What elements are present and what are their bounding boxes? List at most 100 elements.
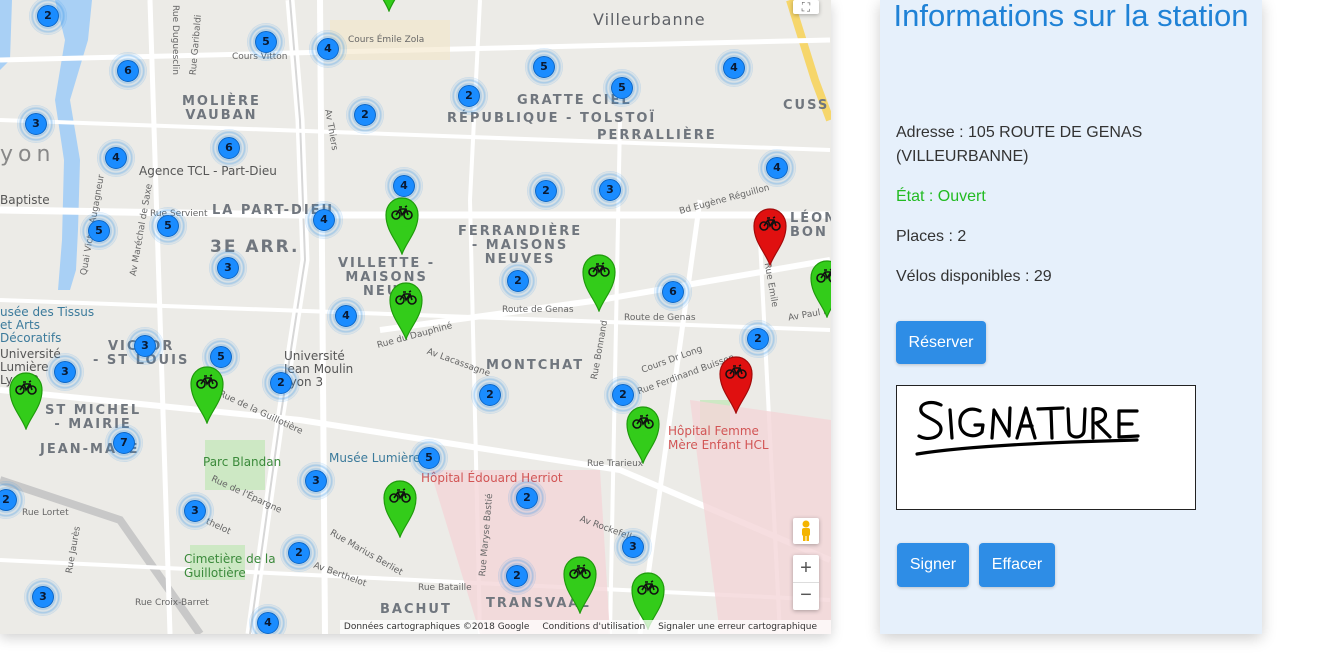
cluster-count: 4 [335, 305, 357, 327]
street-label: Rue Croix-Barret [135, 598, 209, 608]
station-cluster[interactable]: 4 [758, 149, 796, 187]
bike-station-pin-closed[interactable] [719, 356, 753, 415]
station-cluster[interactable]: 5 [603, 69, 641, 107]
bike-station-pin-closed[interactable] [753, 208, 787, 267]
cluster-count: 3 [622, 536, 644, 558]
station-cluster[interactable]: 6 [210, 129, 248, 167]
station-cluster[interactable]: 4 [249, 604, 287, 634]
station-cluster[interactable]: 2 [739, 320, 777, 358]
bike-station-pin-open[interactable] [563, 556, 597, 615]
station-cluster[interactable]: 2 [346, 96, 384, 134]
report-error-link[interactable]: Signaler une erreur cartographique [658, 622, 817, 632]
cluster-count: 2 [288, 542, 310, 564]
cluster-count: 6 [662, 281, 684, 303]
district-label: MONTCHAT [486, 358, 585, 373]
station-cluster[interactable]: 4 [305, 201, 343, 239]
bike-station-pin-open[interactable] [385, 197, 419, 256]
bike-station-pin-open[interactable] [9, 372, 43, 431]
cluster-count: 3 [217, 257, 239, 279]
station-cluster[interactable]: 3 [591, 171, 629, 209]
cluster-count: 2 [612, 384, 634, 406]
zoom-in-button[interactable]: + [793, 555, 819, 583]
station-cluster[interactable]: 3 [209, 249, 247, 287]
poi-label: Hôpital Édouard Herriot [421, 471, 563, 485]
station-cluster[interactable]: 3 [176, 492, 214, 530]
bike-station-pin-open[interactable] [190, 366, 224, 425]
cluster-count: 4 [766, 157, 788, 179]
district-label: LÉON BON [790, 211, 831, 240]
map-view[interactable]: Villeurbanne yon MOLIÈRE VAUBAN GRATTE C… [0, 0, 831, 634]
station-cluster[interactable]: 5 [525, 48, 563, 86]
street-view-pegman-icon[interactable] [793, 518, 819, 544]
station-cluster[interactable]: 2 [471, 376, 509, 414]
zoom-out-button[interactable]: − [793, 583, 819, 610]
map-attribution: Données cartographiques ©2018 Google Con… [339, 620, 831, 634]
station-cluster[interactable]: 6 [109, 52, 147, 90]
station-cluster[interactable]: 2 [262, 364, 300, 402]
street-label: Route de Genas [624, 313, 696, 323]
station-cluster[interactable]: 2 [498, 557, 536, 595]
station-cluster[interactable]: 5 [80, 212, 118, 250]
station-cluster[interactable]: 4 [327, 297, 365, 335]
station-cluster[interactable]: 5 [149, 207, 187, 245]
cluster-count: 2 [747, 328, 769, 350]
fullscreen-button[interactable]: ⛶ [793, 0, 819, 14]
station-cluster[interactable]: 4 [309, 30, 347, 68]
cluster-count: 2 [354, 104, 376, 126]
bicycle-icon [389, 282, 423, 341]
station-cluster[interactable]: 3 [297, 462, 335, 500]
cluster-count: 4 [313, 209, 335, 231]
map-data-credit: Données cartographiques ©2018 Google [343, 622, 530, 632]
bicycle-icon [9, 372, 43, 431]
cluster-count: 2 [535, 180, 557, 202]
city-label: Villeurbanne [593, 10, 706, 29]
reserve-button[interactable]: Réserver [896, 321, 986, 364]
sign-button[interactable]: Signer [897, 543, 969, 587]
station-cluster[interactable]: 7 [105, 424, 143, 462]
station-cluster[interactable]: 3 [126, 327, 164, 365]
bicycle-icon [810, 260, 831, 319]
street-label: Cours Émile Zola [348, 35, 425, 45]
bike-station-pin-open[interactable] [383, 480, 417, 539]
poi-label: Musée Lumière [329, 451, 421, 465]
station-cluster[interactable]: 5 [247, 23, 285, 61]
poi-label: Agence TCL - Part-Dieu [139, 164, 277, 178]
station-cluster[interactable]: 6 [654, 273, 692, 311]
cluster-count: 5 [157, 215, 179, 237]
bicycle-icon [383, 480, 417, 539]
cluster-count: 5 [88, 220, 110, 242]
district-label: FERRANDIÈRE - MAISONS NEUVES [458, 224, 583, 267]
cluster-count: 5 [210, 346, 232, 368]
station-cluster[interactable]: 3 [17, 105, 55, 143]
station-cluster[interactable]: 2 [527, 172, 565, 210]
zoom-control: + − [793, 555, 819, 610]
station-cluster[interactable]: 2 [508, 479, 546, 517]
station-cluster[interactable]: 2 [280, 534, 318, 572]
station-cluster[interactable]: 3 [614, 528, 652, 566]
bicycle-icon [582, 254, 616, 313]
poi-label: Hôpital Femme Mère Enfant HCL [668, 424, 769, 452]
bike-station-pin-open[interactable] [626, 406, 660, 465]
cluster-count: 2 [0, 489, 17, 511]
bicycle-icon [626, 406, 660, 465]
station-cluster[interactable]: 2 [450, 77, 488, 115]
station-cluster[interactable]: 4 [715, 49, 753, 87]
bike-station-pin-open[interactable] [389, 282, 423, 341]
bicycle-icon [753, 208, 787, 267]
station-cluster[interactable]: 5 [410, 439, 448, 477]
street-label: Route de Genas [502, 305, 574, 315]
station-cluster[interactable]: 4 [97, 139, 135, 177]
station-cluster[interactable]: 3 [46, 353, 84, 391]
station-cluster[interactable]: 3 [24, 578, 62, 616]
cluster-count: 2 [507, 270, 529, 292]
district-label: BACHUT [380, 602, 452, 617]
bike-station-pin-open[interactable] [372, 0, 406, 13]
bicycle-icon [382, 0, 396, 13]
clear-button[interactable]: Effacer [979, 543, 1055, 587]
station-cluster[interactable]: 2 [499, 262, 537, 300]
cluster-count: 4 [317, 38, 339, 60]
bike-station-pin-open[interactable] [582, 254, 616, 313]
bike-station-pin-open[interactable] [810, 260, 831, 319]
terms-link[interactable]: Conditions d'utilisation [542, 622, 645, 632]
signature-canvas[interactable]: SIGNATURE [896, 385, 1196, 510]
